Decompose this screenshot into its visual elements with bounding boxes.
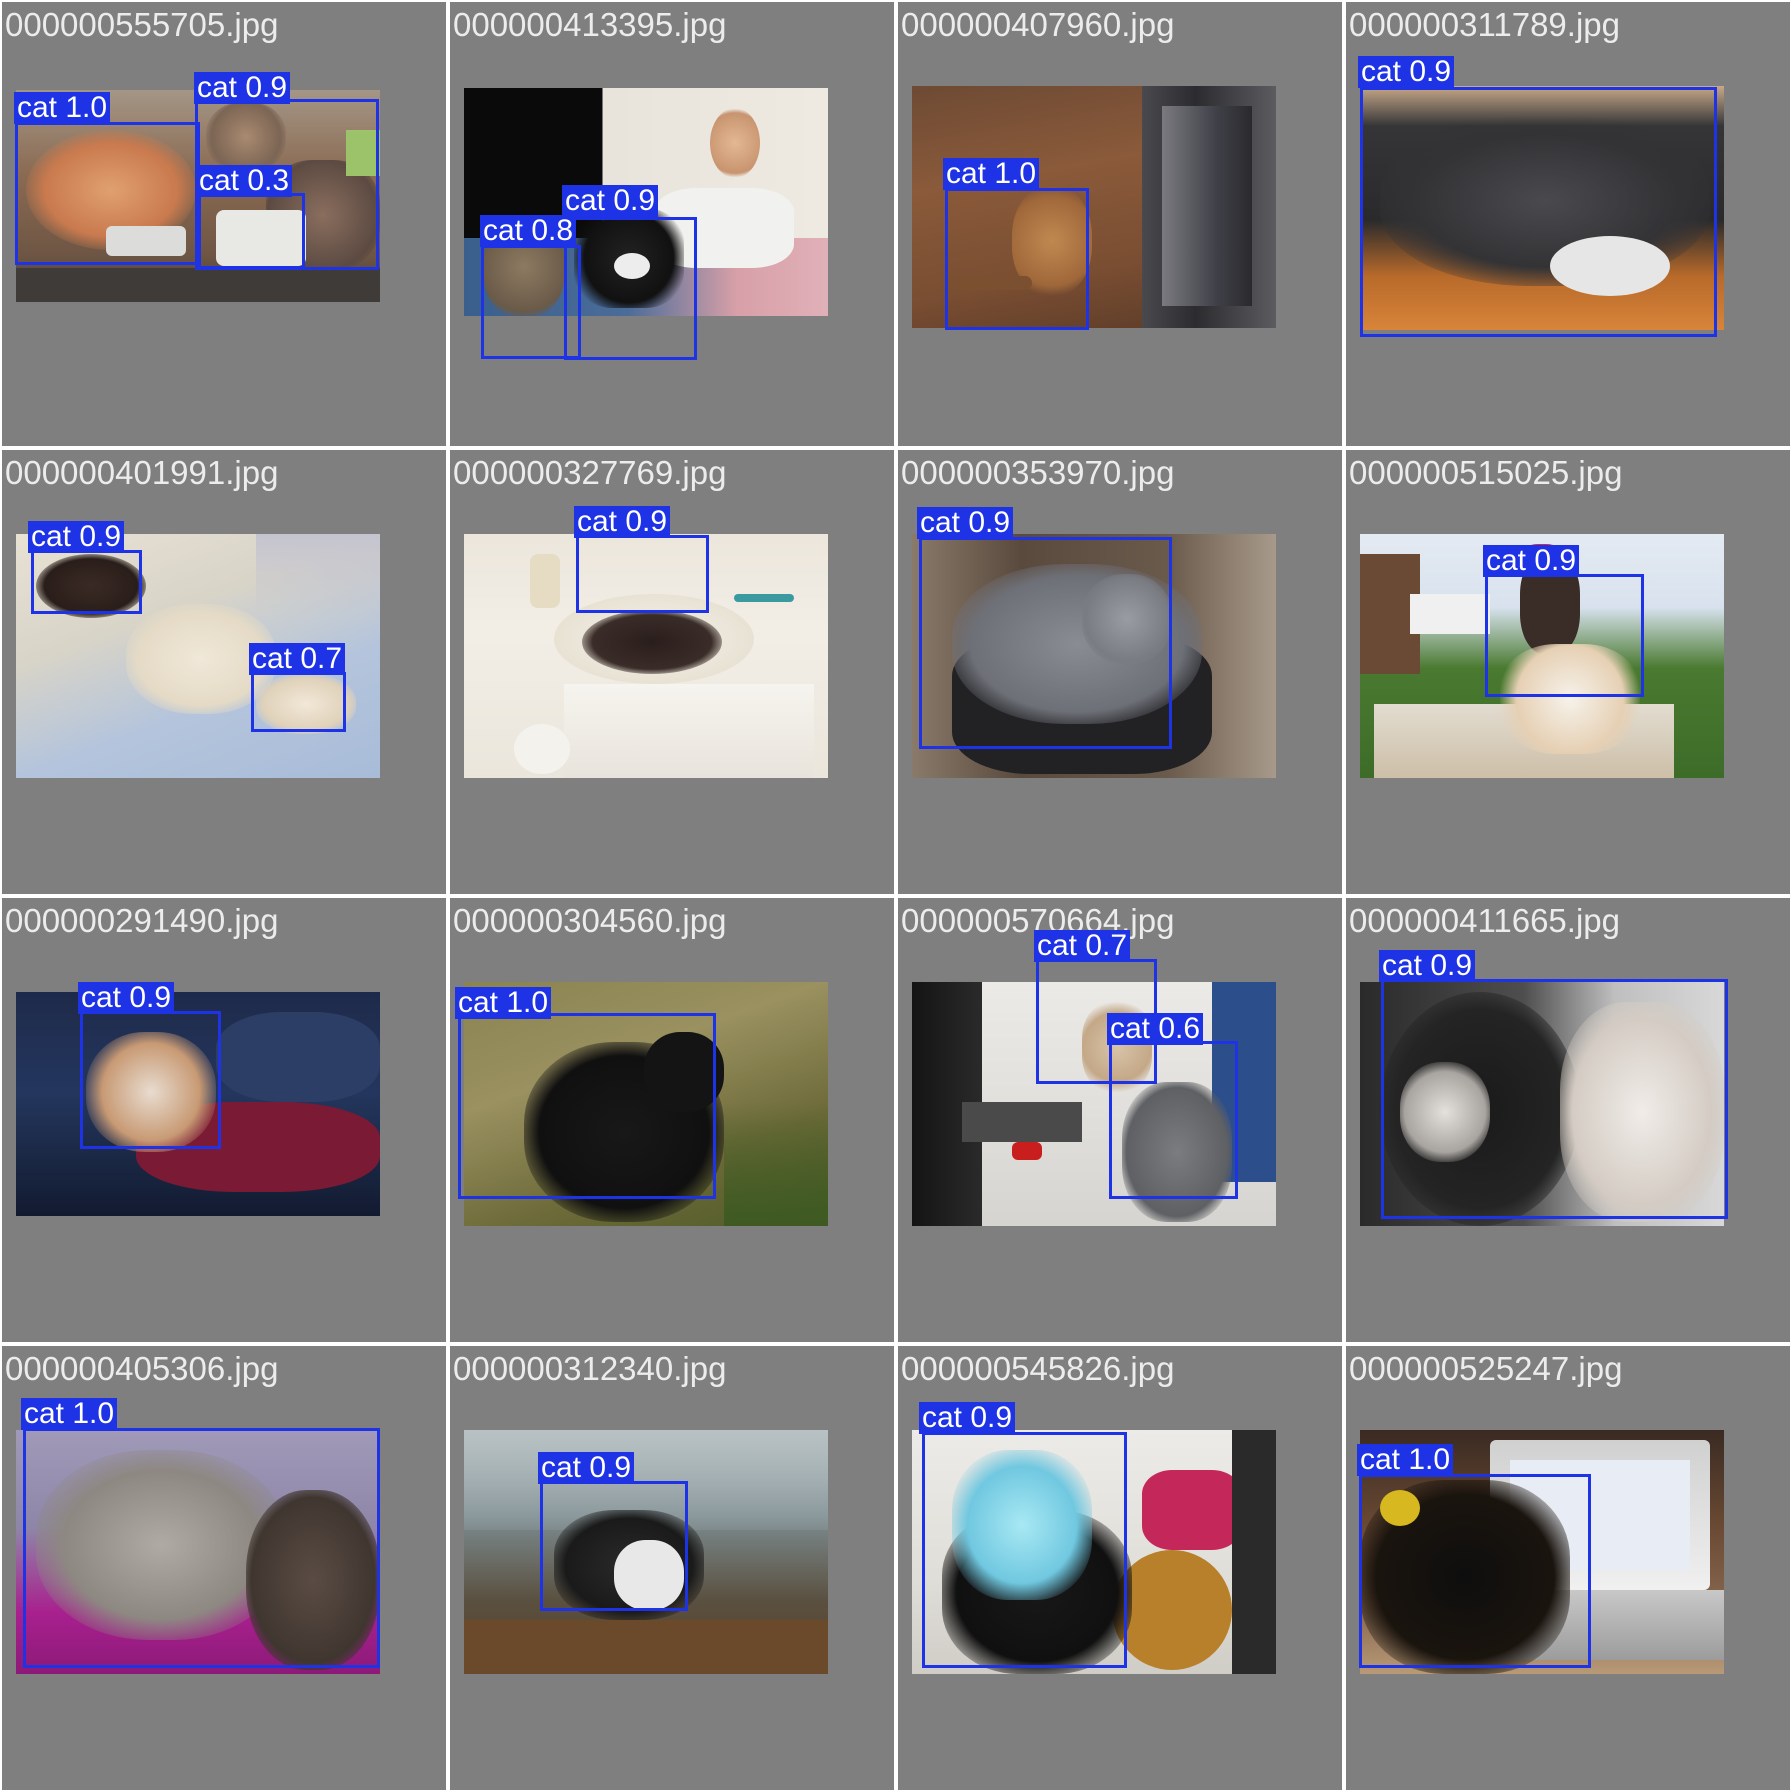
grid-tile: 000000570664.jpg cat 0.7 cat 0.6 [898,898,1342,1342]
grid-tile: 000000407960.jpg cat 1.0 [898,2,1342,446]
detection-label: cat 0.9 [538,1452,635,1484]
detection-box [15,122,200,265]
detection-label: cat 0.6 [1107,1013,1204,1045]
tile-filename: 000000555705.jpg [5,6,279,43]
detection-label: cat 0.8 [480,215,577,247]
detection-label: cat 0.9 [1483,545,1580,577]
grid-tile: 000000405306.jpg cat 1.0 [2,1346,446,1790]
grid-tile: 000000525247.jpg cat 1.0 [1346,1346,1790,1790]
grid-tile: 000000312340.jpg cat 0.9 [450,1346,894,1790]
tile-filename: 000000327769.jpg [453,454,727,491]
detection-label: cat 0.9 [194,72,291,104]
tile-filename: 000000291490.jpg [5,902,279,939]
grid-tile: 000000291490.jpg cat 0.9 [2,898,446,1342]
detection-label: cat 0.9 [562,185,659,217]
grid-tile: 000000555705.jpg cat 1.0 cat 0.9 cat 0.3 [2,2,446,446]
detection-label: cat 0.7 [1034,930,1131,962]
detection-box [23,1428,380,1668]
detection-box [198,193,305,269]
detection-box [540,1481,688,1611]
detection-box [922,1432,1127,1668]
grid-tile: 000000304560.jpg cat 1.0 [450,898,894,1342]
detection-box [564,217,697,360]
detection-label: cat 1.0 [1357,1444,1454,1476]
grid-tile: 000000353970.jpg cat 0.9 [898,450,1342,894]
detection-box [481,245,581,359]
detection-box [1109,1041,1238,1199]
tile-filename: 000000311789.jpg [1349,6,1620,43]
detection-box [1360,87,1717,337]
detection-box [80,1011,221,1149]
tile-filename: 000000411665.jpg [1349,902,1620,939]
tile-filename: 000000515025.jpg [1349,454,1623,491]
tile-filename: 000000405306.jpg [5,1350,279,1387]
tile-filename: 000000413395.jpg [453,6,727,43]
grid-tile: 000000401991.jpg cat 0.9 cat 0.7 [2,450,446,894]
grid-tile: 000000413395.jpg cat 0.9 cat 0.8 [450,2,894,446]
detection-label: cat 0.7 [249,643,346,675]
detection-label: cat 1.0 [21,1398,118,1430]
detection-box [576,535,709,613]
detection-box [1381,979,1728,1219]
grid-tile: 000000311789.jpg cat 0.9 [1346,2,1790,446]
detection-box [1359,1474,1591,1668]
detection-label: cat 0.9 [574,506,671,538]
detection-box [251,672,346,732]
detection-box [458,1013,716,1199]
tile-filename: 000000545826.jpg [901,1350,1175,1387]
grid-tile: 000000545826.jpg cat 0.9 [898,1346,1342,1790]
detection-label: cat 0.3 [196,165,293,197]
detection-label: cat 1.0 [14,92,111,124]
grid-tile: 000000515025.jpg cat 0.9 [1346,450,1790,894]
detection-box [1485,574,1644,697]
detection-label: cat 0.9 [1358,56,1455,88]
detection-label: cat 0.9 [1379,950,1476,982]
tile-filename: 000000304560.jpg [453,902,727,939]
image-grid: 000000555705.jpg cat 1.0 cat 0.9 cat 0.3… [0,0,1792,1792]
detection-box [919,537,1172,749]
detection-label: cat 0.9 [28,521,125,553]
grid-tile: 000000411665.jpg cat 0.9 [1346,898,1790,1342]
detection-label: cat 0.9 [917,507,1014,539]
tile-filename: 000000353970.jpg [901,454,1175,491]
detection-box [31,550,142,614]
detection-label: cat 0.9 [919,1402,1016,1434]
tile-filename: 000000312340.jpg [453,1350,727,1387]
tile-filename: 000000401991.jpg [5,454,279,491]
detection-label: cat 1.0 [943,158,1040,190]
detection-label: cat 0.9 [78,982,175,1014]
tile-filename: 000000407960.jpg [901,6,1175,43]
detection-label: cat 1.0 [455,987,552,1019]
detection-box [945,188,1089,330]
grid-tile: 000000327769.jpg cat 0.9 [450,450,894,894]
tile-filename: 000000525247.jpg [1349,1350,1623,1387]
